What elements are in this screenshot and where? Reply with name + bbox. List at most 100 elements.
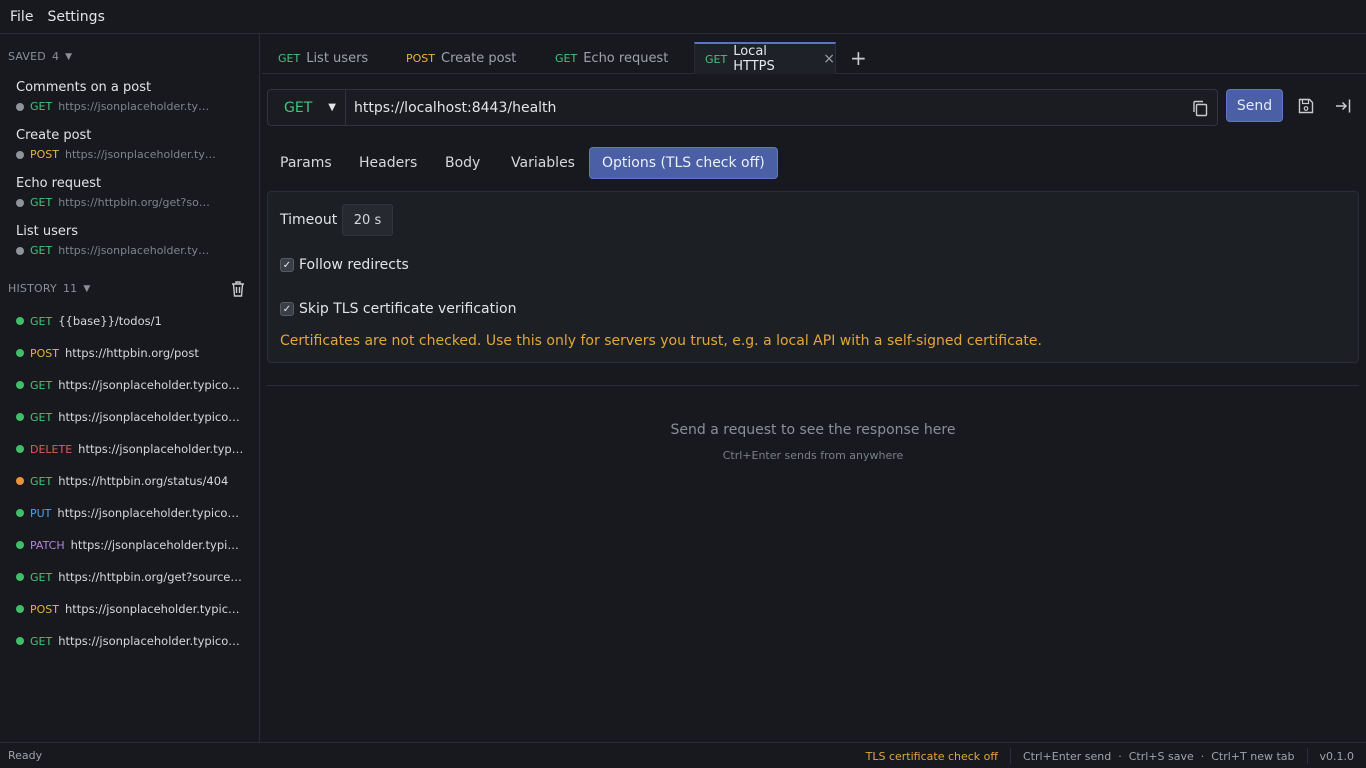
history-item[interactable]: PATCH https://jsonplaceholder.typico... (16, 537, 244, 553)
history-item[interactable]: GET https://jsonplaceholder.typicode.c... (16, 633, 244, 649)
follow-redirects-row[interactable]: ✓ Follow redirects (280, 257, 409, 273)
import-icon[interactable] (1334, 97, 1352, 115)
menu-settings[interactable]: Settings (47, 9, 104, 25)
status-dot (16, 605, 24, 613)
method-badge: GET (30, 196, 53, 209)
trash-icon[interactable] (230, 280, 246, 298)
method-badge: POST (30, 602, 59, 616)
saved-item-echo-request[interactable]: Echo request GET https://httpbin.org/get?… (16, 176, 216, 209)
history-url: {{base}}/todos/1 (58, 314, 162, 328)
history-item[interactable]: POST https://jsonplaceholder.typicode... (16, 601, 244, 617)
timeout-label: Timeout (280, 212, 338, 228)
saved-item-create-post[interactable]: Create post POST https://jsonplaceholder.… (16, 128, 216, 161)
method-badge: PUT (30, 506, 52, 520)
shortcut-hints: Ctrl+Enter send · Ctrl+S save · Ctrl+T n… (1009, 748, 1307, 764)
method-badge: GET (30, 474, 53, 488)
caret-down-icon[interactable]: ▼ (83, 284, 90, 294)
tab-label: List users (306, 50, 369, 66)
caret-down-icon: ▼ (328, 102, 336, 113)
copy-icon[interactable] (1191, 99, 1209, 117)
menu-bar: File Settings (0, 0, 1366, 34)
subtab-variables[interactable]: Variables (499, 147, 587, 179)
menu-file[interactable]: File (10, 9, 33, 25)
saved-item-name: Comments on a post (16, 80, 152, 95)
status-dot (16, 637, 24, 645)
history-item[interactable]: GET https://jsonplaceholder.typicode.c... (16, 409, 244, 425)
method-badge: GET (30, 410, 53, 424)
skip-tls-label: Skip TLS certificate verification (299, 301, 517, 317)
status-dot (16, 349, 24, 357)
subtab-headers[interactable]: Headers (347, 147, 429, 179)
history-section-header[interactable]: HISTORY 11 ▼ (8, 282, 90, 295)
saved-section-header[interactable]: SAVED 4 ▼ (8, 50, 72, 63)
method-badge: GET (30, 634, 53, 648)
tab-create-post[interactable]: POST Create post (390, 42, 540, 74)
saved-item-name: Echo request (16, 176, 102, 191)
history-item[interactable]: DELETE https://jsonplaceholder.typico... (16, 441, 244, 457)
add-tab-button[interactable]: + (850, 46, 867, 70)
history-item[interactable]: PUT https://jsonplaceholder.typicode.... (16, 505, 244, 521)
tab-method: GET (278, 51, 301, 65)
skip-tls-checkbox[interactable]: ✓ (280, 302, 294, 316)
history-url: https://jsonplaceholder.typicode.c... (58, 634, 244, 648)
saved-label: SAVED (8, 50, 46, 63)
subtab-body[interactable]: Body (433, 147, 492, 179)
subtab-params[interactable]: Params (268, 147, 344, 179)
tab-local-https[interactable]: GET Local HTTPS × (694, 42, 836, 74)
history-url: https://httpbin.org/status/404 (58, 474, 229, 488)
request-tabs: GET List users POST Create post GET Echo… (262, 40, 1366, 74)
tab-label: Local HTTPS (733, 44, 775, 74)
saved-item-comments[interactable]: Comments on a post GET https://jsonplaceh… (16, 80, 216, 113)
method-select[interactable]: GET ▼ (268, 90, 346, 125)
status-dot (16, 102, 24, 111)
options-panel: Timeout 20 s ✓ Follow redirects ✓ Skip T… (267, 191, 1359, 363)
tab-list-users[interactable]: GET List users (262, 42, 390, 74)
saved-item-url: https://jsonplaceholder.typ... (65, 148, 216, 161)
status-dot (16, 541, 24, 549)
timeout-input[interactable]: 20 s (342, 204, 393, 236)
tab-label: Echo request (583, 50, 669, 66)
saved-item-name: Create post (16, 128, 92, 143)
status-dot (16, 573, 24, 581)
follow-redirects-checkbox[interactable]: ✓ (280, 258, 294, 272)
caret-down-icon[interactable]: ▼ (65, 52, 72, 62)
method-badge: GET (30, 314, 53, 328)
history-url: https://jsonplaceholder.typicode... (65, 602, 244, 616)
method-badge: PATCH (30, 538, 65, 552)
history-count: 11 (62, 282, 78, 295)
status-dot (16, 317, 24, 325)
status-bar: Ready TLS certificate check off Ctrl+Ent… (0, 742, 1366, 768)
history-item[interactable]: POST https://httpbin.org/post (16, 345, 244, 361)
tab-method: GET (555, 51, 578, 65)
skip-tls-row[interactable]: ✓ Skip TLS certificate verification (280, 301, 516, 317)
response-empty-title: Send a request to see the response here (670, 422, 956, 438)
method-badge: GET (30, 100, 53, 113)
response-divider (267, 385, 1359, 386)
saved-item-name: List users (16, 224, 78, 239)
history-item[interactable]: GET {{base}}/todos/1 (16, 313, 244, 329)
close-icon[interactable]: × (823, 51, 835, 67)
tab-echo-request[interactable]: GET Echo request (539, 42, 694, 74)
history-url: https://httpbin.org/post (65, 346, 199, 360)
method-badge: GET (30, 570, 53, 584)
history-item[interactable]: GET https://httpbin.org/status/404 (16, 473, 244, 489)
history-url: https://jsonplaceholder.typicode.... (57, 506, 244, 520)
method-badge: GET (30, 244, 53, 257)
history-item[interactable]: GET https://httpbin.org/get?source=pl... (16, 569, 244, 585)
status-dot (16, 445, 24, 453)
method-badge: GET (30, 378, 53, 392)
saved-item-list-users[interactable]: List users GET https://jsonplaceholder.ty… (16, 224, 216, 257)
send-button[interactable]: Send (1226, 89, 1283, 122)
url-input[interactable]: https://localhost:8443/health (346, 100, 1191, 116)
method-badge: DELETE (30, 442, 73, 456)
status-dot (16, 381, 24, 389)
history-url: https://jsonplaceholder.typicode.c... (58, 410, 244, 424)
history-item[interactable]: GET https://jsonplaceholder.typicode.c... (16, 377, 244, 393)
tls-warning: Certificates are not checked. Use this o… (280, 333, 1042, 349)
status-dot (16, 198, 24, 207)
save-icon[interactable] (1297, 97, 1315, 115)
history-url: https://jsonplaceholder.typico... (78, 442, 244, 456)
follow-redirects-label: Follow redirects (299, 257, 409, 273)
subtab-options[interactable]: Options (TLS check off) (589, 147, 778, 179)
status-text: Ready (8, 749, 43, 762)
